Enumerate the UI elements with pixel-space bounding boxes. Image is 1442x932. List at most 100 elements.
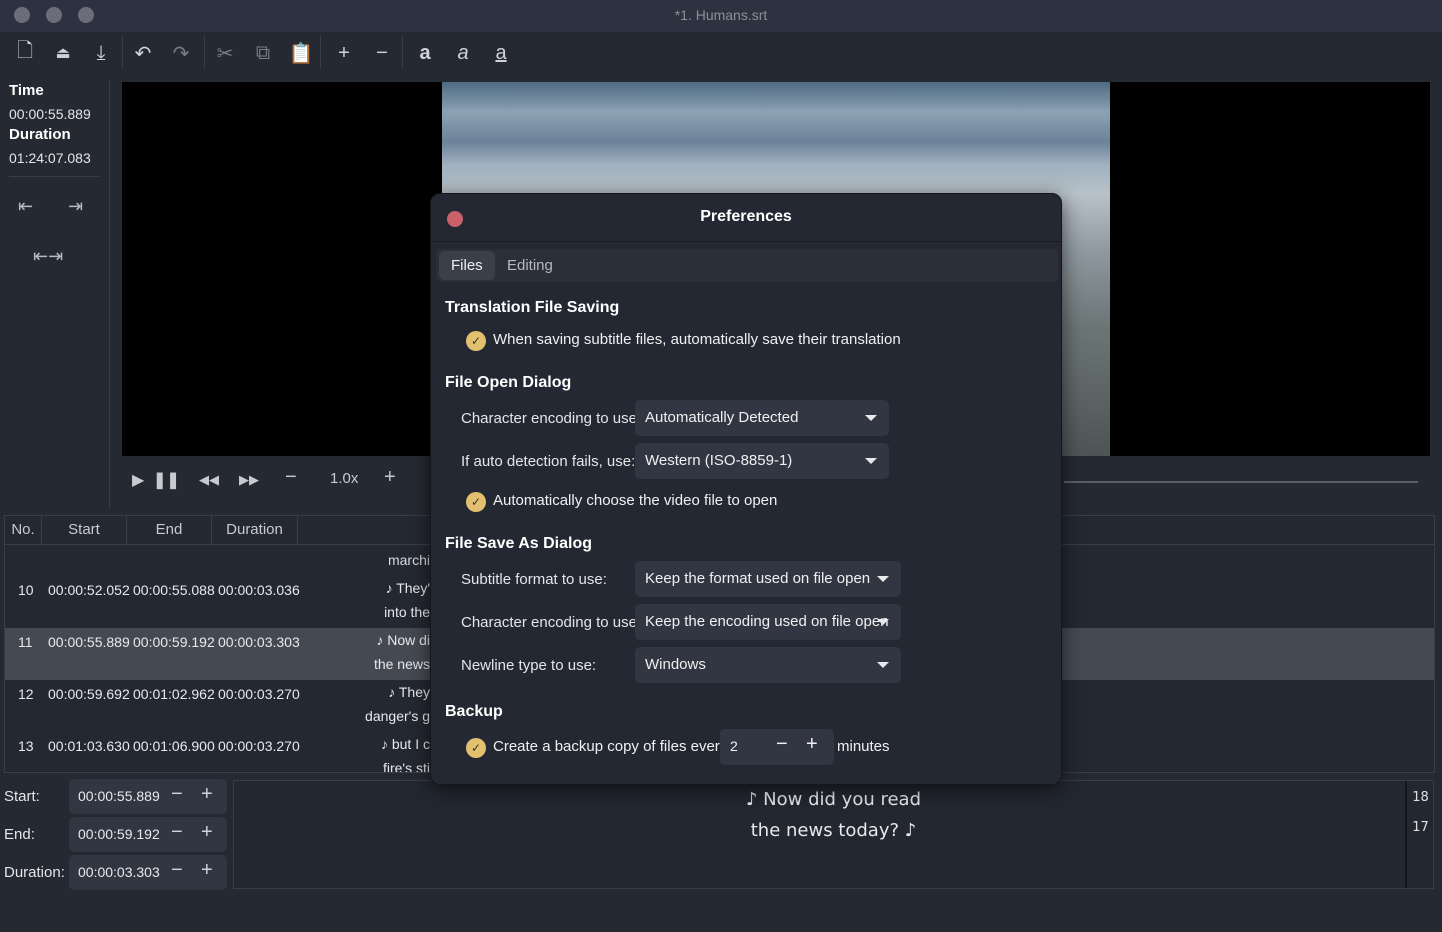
open-encoding-label: Character encoding to use:	[461, 410, 642, 427]
save-encoding-value: Keep the encoding used on file open	[645, 613, 889, 630]
header-start[interactable]: Start	[42, 516, 127, 545]
minus-icon[interactable]: −	[171, 821, 183, 844]
duration-value: 01:24:07.083	[9, 150, 91, 166]
backup-heading: Backup	[445, 703, 503, 720]
translation-check-label[interactable]: When saving subtitle files, automaticall…	[493, 331, 901, 348]
cell-no: 10	[18, 582, 34, 598]
end-spinbox[interactable]: 00:00:59.192 − +	[69, 817, 227, 852]
play-icon[interactable]: ▶	[132, 470, 144, 490]
duration-spinbox[interactable]: 00:00:03.303 − +	[69, 855, 227, 890]
header-duration[interactable]: Duration	[212, 516, 298, 545]
time-info-panel: Time 00:00:55.889 Duration 01:24:07.083 …	[0, 80, 110, 508]
jump-end-icon[interactable]: ⇥	[68, 196, 83, 217]
underline-icon[interactable]: a	[486, 38, 516, 68]
cell-no: 12	[18, 686, 34, 702]
save-encoding-label: Character encoding to use:	[461, 614, 642, 631]
jump-range-icon[interactable]: ⇤⇥	[33, 246, 63, 267]
cell-end: 00:01:02.962	[133, 686, 215, 702]
tab-files[interactable]: Files	[439, 251, 495, 280]
translation-checkbox[interactable]: ✓	[466, 331, 486, 351]
rewind-icon[interactable]: ◀◀	[199, 472, 219, 488]
divider	[9, 176, 99, 177]
plus-icon[interactable]: +	[806, 733, 818, 756]
paste-icon[interactable]: 📋	[286, 38, 316, 68]
cell-end: 00:00:59.192	[133, 634, 215, 650]
cell-duration: 00:00:03.270	[218, 738, 300, 754]
duration-label: Duration:	[4, 864, 65, 881]
plus-icon[interactable]: +	[201, 821, 213, 844]
newline-dropdown[interactable]: Windows	[635, 647, 901, 683]
newline-label: Newline type to use:	[461, 657, 597, 674]
redo-icon[interactable]: ↷	[166, 38, 196, 68]
format-dropdown[interactable]: Keep the format used on file open	[635, 561, 901, 597]
header-no[interactable]: No.	[5, 516, 42, 545]
cell-text-line1: ♪ They	[388, 684, 430, 700]
plus-icon[interactable]: +	[201, 859, 213, 882]
bold-icon[interactable]: a	[410, 38, 440, 68]
fallback-value: Western (ISO-8859-1)	[645, 452, 793, 469]
seek-slider[interactable]	[1064, 481, 1418, 483]
start-label: Start:	[4, 788, 40, 805]
plus-icon[interactable]: +	[201, 783, 213, 806]
cell-no: 11	[18, 634, 33, 650]
start-spinbox[interactable]: 00:00:55.889 − +	[69, 779, 227, 814]
undo-icon[interactable]: ↶	[128, 38, 158, 68]
speed-down-icon[interactable]: −	[285, 466, 297, 489]
cell-text-line2: fire's sti	[382, 760, 430, 772]
open-encoding-value: Automatically Detected	[645, 409, 799, 426]
cut-icon[interactable]: ✂	[210, 38, 240, 68]
fallback-encoding-dropdown[interactable]: Western (ISO-8859-1)	[635, 443, 889, 479]
save-icon[interactable]: ⤓	[86, 38, 116, 68]
jump-start-icon[interactable]: ⇤	[18, 196, 33, 217]
format-label: Subtitle format to use:	[461, 571, 607, 588]
cell-end: 00:01:06.900	[133, 738, 215, 754]
time-label: Time	[9, 82, 44, 99]
toolbar: 🗋 ⏏ ⤓ ↶ ↷ ✂ ⧉ 📋 + − a a a	[0, 32, 1442, 76]
backup-checkbox[interactable]: ✓	[466, 738, 486, 758]
minus-icon[interactable]: −	[171, 859, 183, 882]
video-check-label[interactable]: Automatically choose the video file to o…	[493, 492, 777, 509]
cell-text-line1: ♪ They'	[385, 580, 430, 596]
minus-icon[interactable]: −	[776, 733, 788, 756]
open-icon[interactable]: ⏏	[48, 38, 78, 68]
char-counts: 18 17	[1405, 781, 1434, 888]
window-title: *1. Humans.srt	[674, 7, 768, 23]
new-file-icon[interactable]: 🗋	[10, 38, 40, 68]
backup-unit: minutes	[837, 738, 890, 755]
fast-forward-icon[interactable]: ▶▶	[239, 472, 259, 488]
chevron-down-icon	[877, 662, 889, 668]
backup-check-label[interactable]: Create a backup copy of files every	[493, 738, 727, 755]
row-text-partial: marchi	[387, 552, 430, 568]
add-icon[interactable]: +	[329, 38, 359, 68]
time-value: 00:00:55.889	[9, 106, 91, 122]
save-heading: File Save As Dialog	[445, 535, 593, 552]
copy-icon[interactable]: ⧉	[248, 38, 278, 68]
backup-value: 2	[730, 738, 738, 754]
cell-text-line1: ♪ Now di	[376, 632, 430, 648]
minus-icon[interactable]: −	[171, 783, 183, 806]
backup-interval-spinbox[interactable]: 2 − +	[720, 729, 834, 765]
subtitle-text-editor[interactable]: ♪ Now did you read the news today? ♪	[233, 780, 1434, 889]
cell-start: 00:00:55.889	[48, 634, 130, 650]
italic-icon[interactable]: a	[448, 38, 478, 68]
translation-heading: Translation File Saving	[445, 299, 620, 316]
remove-icon[interactable]: −	[367, 38, 397, 68]
tab-bar: Files Editing	[436, 249, 1058, 282]
chevron-down-icon	[865, 458, 877, 464]
open-heading: File Open Dialog	[445, 374, 572, 391]
speed-value: 1.0x	[330, 470, 359, 487]
preferences-dialog: Preferences Files Editing Translation Fi…	[430, 193, 1062, 785]
separator	[320, 36, 321, 68]
cell-duration: 00:00:03.036	[218, 582, 300, 598]
chevron-down-icon	[877, 576, 889, 582]
speed-up-icon[interactable]: +	[384, 466, 396, 489]
cell-text-line2: danger's g	[365, 708, 430, 724]
pause-icon[interactable]: ❚❚	[153, 470, 180, 490]
save-encoding-dropdown[interactable]: Keep the encoding used on file open	[635, 604, 901, 640]
video-checkbox[interactable]: ✓	[466, 492, 486, 512]
tab-editing[interactable]: Editing	[495, 251, 565, 280]
header-end[interactable]: End	[127, 516, 212, 545]
dialog-header: Preferences	[431, 194, 1061, 242]
open-encoding-dropdown[interactable]: Automatically Detected	[635, 400, 889, 436]
cell-text-line1: ♪ but I c	[380, 736, 430, 752]
